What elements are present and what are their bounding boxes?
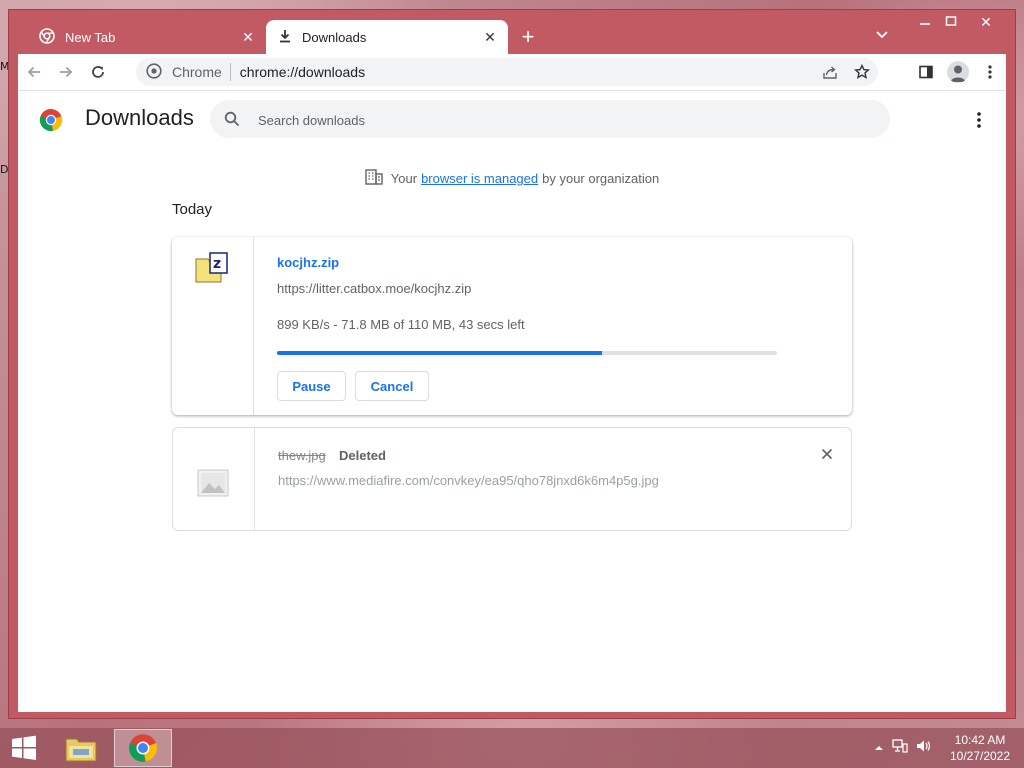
show-hidden-icons-icon[interactable] (874, 740, 884, 758)
image-file-icon (197, 469, 229, 502)
browser-toolbar: Chrome chrome://downloads (18, 54, 1006, 90)
site-label: Chrome (172, 64, 222, 80)
svg-text:z: z (213, 256, 221, 272)
search-input[interactable] (256, 109, 860, 131)
taskbar-clock[interactable]: 10:42 AM 10/27/2022 (940, 732, 1020, 764)
volume-icon[interactable] (916, 738, 932, 759)
managed-prefix: Your (390, 171, 418, 186)
pause-button[interactable]: Pause (277, 371, 346, 401)
clock-date: 10/27/2022 (949, 749, 1011, 763)
taskbar-file-explorer[interactable] (52, 729, 110, 767)
deleted-tag: Deleted (339, 448, 386, 463)
file-source-url[interactable]: https://litter.catbox.moe/kocjhz.zip (277, 281, 471, 296)
maximize-button[interactable] (934, 12, 968, 34)
close-tab-icon[interactable]: ✕ (236, 29, 260, 46)
download-progress-bar (277, 351, 777, 355)
close-tab-icon[interactable]: ✕ (478, 29, 502, 46)
deleted-file-name: thew.jpg (278, 448, 326, 463)
file-icon-column: z (172, 237, 254, 415)
downloads-header: Downloads (18, 91, 1006, 149)
file-icon-column (173, 428, 255, 530)
forward-button[interactable] (50, 56, 82, 88)
new-tab-button[interactable]: + (516, 26, 540, 50)
chrome-icon (129, 734, 158, 762)
download-item: z kocjhz.zip https://litter.catbox.moe/k… (172, 237, 852, 415)
file-name-link[interactable]: kocjhz.zip (277, 255, 339, 270)
tab-title: Downloads (302, 29, 367, 45)
tab-downloads[interactable]: Downloads ✕ (266, 20, 508, 54)
share-icon[interactable] (814, 58, 846, 86)
back-button[interactable] (18, 56, 50, 88)
browser-window: New Tab ✕ Downloads ✕ + ✕ Chrome chrome:… (8, 9, 1016, 719)
tab-search-chevron-icon[interactable] (875, 27, 895, 47)
chrome-site-icon (146, 62, 162, 82)
taskbar-chrome[interactable] (114, 729, 172, 767)
tab-strip: New Tab ✕ Downloads ✕ + ✕ (9, 10, 1015, 54)
avatar (947, 61, 969, 83)
building-icon (365, 169, 383, 188)
folder-icon (65, 738, 97, 762)
download-status: 899 KB/s - 71.8 MB of 110 MB, 43 secs le… (277, 317, 525, 332)
more-actions-icon[interactable] (970, 109, 988, 131)
system-tray (874, 738, 932, 759)
managed-link[interactable]: browser is managed (421, 171, 538, 186)
url-text[interactable]: chrome://downloads (240, 64, 878, 80)
zip-file-icon: z (195, 252, 229, 289)
chrome-icon (39, 27, 55, 47)
managed-notice: Your browser is managed by your organiza… (18, 169, 1006, 188)
date-heading: Today (172, 201, 213, 218)
search-box[interactable] (210, 100, 890, 138)
page-title: Downloads (85, 105, 194, 130)
windows-logo-icon (12, 735, 36, 760)
network-icon[interactable] (892, 738, 908, 759)
side-panel-icon[interactable] (910, 56, 942, 88)
cancel-button[interactable]: Cancel (355, 371, 429, 401)
tab-new-tab[interactable]: New Tab ✕ (29, 20, 266, 54)
close-window-button[interactable]: ✕ (969, 12, 1003, 34)
download-icon (278, 29, 292, 46)
reload-button[interactable] (82, 56, 114, 88)
search-icon (224, 111, 240, 127)
clock-time: 10:42 AM (954, 733, 1006, 747)
bookmark-star-icon[interactable] (846, 58, 878, 86)
taskbar: 10:42 AM 10/27/2022 (0, 728, 1024, 768)
progress-fill (277, 351, 602, 355)
omnibox-separator (229, 63, 231, 81)
browser-menu-icon[interactable] (974, 56, 1006, 88)
managed-suffix: by your organization (542, 171, 660, 186)
download-item-deleted: thew.jpg Deleted https://www.mediafire.c… (172, 427, 852, 531)
tab-title: New Tab (65, 29, 116, 45)
downloads-page: Downloads Your browser is (18, 90, 1006, 712)
start-button[interactable] (0, 728, 48, 768)
chrome-logo-icon (39, 108, 63, 132)
address-bar[interactable]: Chrome chrome://downloads (136, 58, 878, 86)
remove-item-icon[interactable] (817, 444, 837, 464)
profile-avatar-button[interactable] (942, 56, 974, 88)
deleted-file-url[interactable]: https://www.mediafire.com/convkey/ea95/q… (278, 473, 659, 488)
